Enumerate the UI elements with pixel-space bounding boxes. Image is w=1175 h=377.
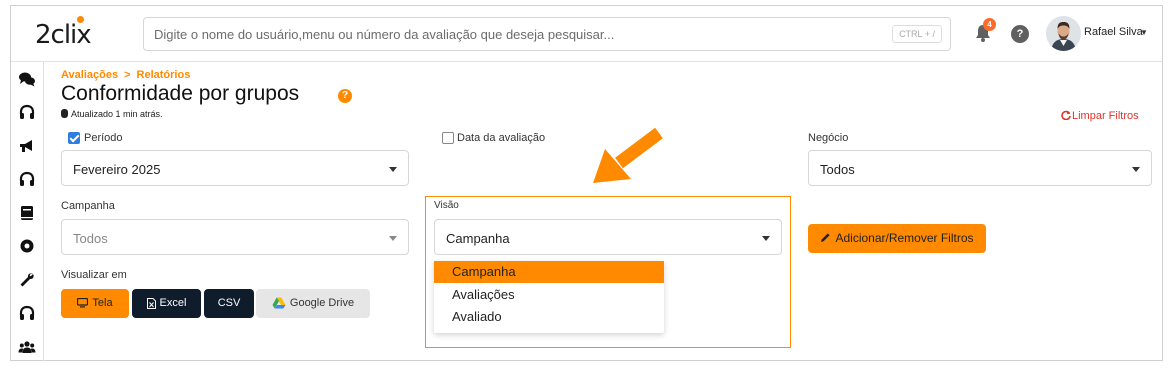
headset-icon[interactable] xyxy=(18,304,36,322)
chevron-down-icon xyxy=(389,236,397,241)
csv-button[interactable]: CSV xyxy=(204,289,254,318)
breadcrumb: Avaliações > Relatórios xyxy=(61,69,190,81)
data-avaliacao-label: Data da avaliação xyxy=(457,132,546,144)
chevron-down-icon xyxy=(762,236,770,241)
logo-dot xyxy=(77,16,84,23)
campanha-select-value: Todos xyxy=(73,231,108,246)
campanha-select[interactable]: Todos xyxy=(61,219,409,255)
breadcrumb-item-avaliacoes[interactable]: Avaliações xyxy=(61,69,118,81)
periodo-checkbox[interactable] xyxy=(68,132,80,144)
refresh-icon xyxy=(1061,110,1071,121)
page-title: Conformidade por grupos xyxy=(61,82,300,105)
help-icon[interactable]: ? xyxy=(1011,25,1029,43)
user-name[interactable]: Rafael Silva xyxy=(1084,26,1143,38)
search-shortcut-hint: CTRL + / xyxy=(892,25,942,43)
periodo-select[interactable]: Fevereiro 2025 xyxy=(61,150,409,186)
google-drive-button[interactable]: Google Drive xyxy=(256,289,370,318)
chevron-down-icon xyxy=(389,167,397,172)
settings-icon[interactable] xyxy=(18,237,36,255)
data-avaliacao-checkbox[interactable] xyxy=(442,132,454,144)
negocio-select[interactable]: Todos xyxy=(808,150,1152,186)
visao-select[interactable]: Campanha xyxy=(434,219,782,255)
last-updated: Atualizado 1 min atrás. xyxy=(61,109,163,119)
user-menu-caret-icon[interactable]: ▼ xyxy=(1140,28,1148,37)
pencil-icon xyxy=(821,233,831,242)
book-icon[interactable] xyxy=(18,204,36,222)
tela-button[interactable]: Tela xyxy=(61,289,129,318)
chevron-down-icon xyxy=(1132,167,1140,172)
logo[interactable]: 2clix xyxy=(35,16,105,52)
database-icon xyxy=(61,109,68,118)
sidebar xyxy=(11,62,44,361)
avatar-image xyxy=(1046,16,1081,51)
logo-text: 2clix xyxy=(35,20,92,50)
visao-label: Visão xyxy=(434,200,459,211)
negocio-label: Negócio xyxy=(808,132,849,144)
add-remove-filters-label: Adicionar/Remover Filtros xyxy=(835,231,974,245)
breadcrumb-separator: > xyxy=(124,69,131,81)
clear-filters-link[interactable]: Limpar Filtros xyxy=(1061,110,1139,122)
visualizar-em-label: Visualizar em xyxy=(61,269,127,281)
visao-dropdown-menu: Campanha Avaliações Avaliado xyxy=(434,261,664,333)
visao-option-avaliacoes[interactable]: Avaliações xyxy=(434,284,664,306)
headset-icon[interactable] xyxy=(18,170,36,188)
wrench-icon[interactable] xyxy=(18,271,36,289)
csv-button-label: CSV xyxy=(217,297,241,309)
visao-select-value: Campanha xyxy=(446,231,510,246)
campanha-label: Campanha xyxy=(61,200,115,212)
negocio-select-value: Todos xyxy=(820,162,855,177)
file-excel-icon xyxy=(146,297,156,309)
clear-filters-label: Limpar Filtros xyxy=(1072,110,1139,122)
top-header: 2clix CTRL + / 4 ? Rafael Silva ▼ xyxy=(11,6,1162,62)
visao-option-campanha[interactable]: Campanha xyxy=(434,261,664,283)
tela-button-label: Tela xyxy=(92,297,113,309)
add-remove-filters-button[interactable]: Adicionar/Remover Filtros xyxy=(808,224,986,253)
users-icon[interactable] xyxy=(18,338,36,356)
chat-icon[interactable] xyxy=(18,70,36,88)
search-input[interactable] xyxy=(154,18,884,50)
google-drive-button-label: Google Drive xyxy=(289,297,355,309)
breadcrumb-item-relatorios[interactable]: Relatórios xyxy=(137,69,191,81)
visao-option-avaliado[interactable]: Avaliado xyxy=(434,306,664,328)
google-drive-icon xyxy=(272,297,286,309)
avatar[interactable] xyxy=(1046,16,1081,51)
help-icon[interactable]: ? xyxy=(338,89,352,103)
headset-icon[interactable] xyxy=(18,103,36,121)
periodo-select-value: Fevereiro 2025 xyxy=(73,162,161,177)
notification-badge: 4 xyxy=(983,18,996,31)
periodo-label: Período xyxy=(84,132,123,144)
last-updated-text: Atualizado 1 min atrás. xyxy=(71,109,163,119)
monitor-icon xyxy=(77,298,89,308)
megaphone-icon[interactable] xyxy=(18,137,36,155)
excel-button[interactable]: Excel xyxy=(132,289,201,318)
annotation-arrow-icon xyxy=(593,127,663,183)
search-bar: CTRL + / xyxy=(143,17,951,51)
excel-button-label: Excel xyxy=(159,297,187,309)
